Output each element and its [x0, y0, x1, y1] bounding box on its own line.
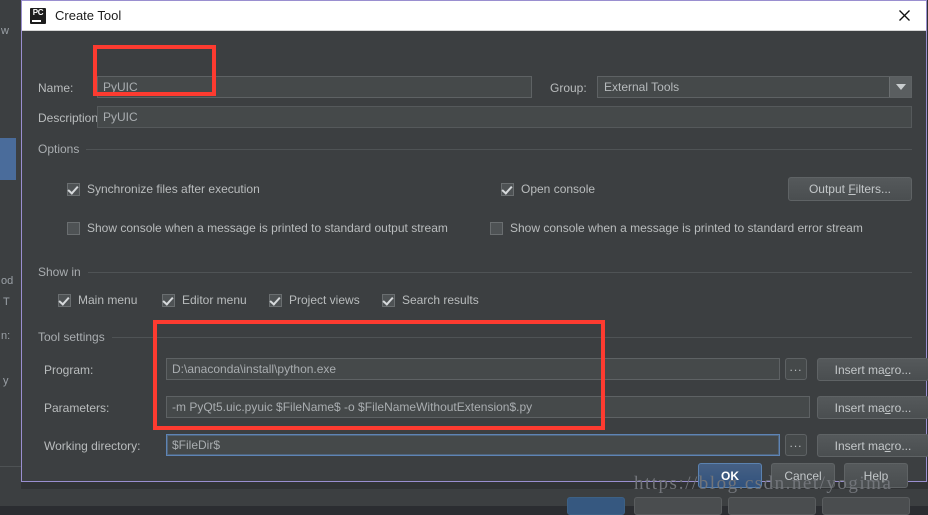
checkbox-project-views-label: Project views	[289, 293, 360, 307]
pycharm-icon-text: PC	[32, 7, 44, 17]
description-input[interactable]: PyUIC	[97, 106, 912, 128]
ide-divider	[0, 466, 22, 467]
ide-bottom-button-primary[interactable]	[567, 497, 625, 515]
dialog-titlebar: PC Create Tool	[22, 1, 926, 31]
chevron-down-icon[interactable]	[889, 77, 911, 97]
ok-button[interactable]: OK	[698, 463, 762, 488]
checkbox-project-views[interactable]: Project views	[269, 293, 360, 307]
toolsettings-section-title: Tool settings	[38, 330, 105, 344]
checkbox-show-console-stdout-box[interactable]	[67, 221, 80, 235]
checkbox-show-console-stderr[interactable]: Show console when a message is printed t…	[490, 221, 863, 235]
parameters-insert-macro-label: Insert macro...	[834, 400, 912, 415]
help-button-label: Help	[863, 468, 889, 483]
checkbox-search-results[interactable]: Search results	[382, 293, 479, 307]
showin-section-header: Show in	[38, 265, 912, 279]
ok-button-label: OK	[721, 468, 739, 483]
group-combobox[interactable]: External Tools	[597, 76, 912, 98]
dialog-body: Name: PyUIC Description: PyUIC Group: Ex…	[22, 31, 928, 488]
output-filters-button-label: Output Filters...	[808, 182, 892, 196]
bg-ghost-0: w	[1, 25, 9, 37]
bg-ghost-2: T	[3, 296, 10, 308]
working-directory-label: Working directory:	[44, 439, 141, 453]
name-label: Name:	[38, 81, 74, 95]
ide-bottom-button-1[interactable]	[634, 497, 722, 515]
checkbox-editor-menu[interactable]: Editor menu	[162, 293, 247, 307]
options-section-header: Options	[38, 142, 912, 156]
checkbox-show-console-stdout-label: Show console when a message is printed t…	[87, 221, 448, 235]
checkbox-search-results-box[interactable]	[382, 293, 395, 307]
cancel-button-label: Cancel	[784, 468, 822, 483]
description-label: Description:	[38, 111, 102, 125]
checkbox-search-results-label: Search results	[402, 293, 479, 307]
program-insert-macro-button[interactable]: Insert macro...	[817, 358, 928, 381]
checkbox-editor-menu-label: Editor menu	[182, 293, 247, 307]
window-title: Create Tool	[55, 8, 122, 23]
showin-section-title: Show in	[38, 265, 81, 279]
program-insert-macro-label: Insert macro...	[834, 362, 912, 377]
output-filters-button[interactable]: Output Filters...	[788, 177, 912, 201]
checkbox-show-console-stderr-box[interactable]	[490, 221, 503, 235]
checkbox-open-console[interactable]: Open console	[501, 182, 595, 196]
help-button[interactable]: Help	[844, 463, 908, 488]
options-section-title: Options	[38, 142, 80, 156]
checkbox-main-menu-label: Main menu	[78, 293, 138, 307]
ide-bottom-button-2[interactable]	[728, 497, 816, 515]
program-browse-button[interactable]: ...	[785, 358, 807, 380]
checkbox-show-console-stdout[interactable]: Show console when a message is printed t…	[67, 221, 448, 235]
parameters-insert-macro-button[interactable]: Insert macro...	[817, 396, 928, 419]
bg-ghost-3: n:	[1, 330, 11, 342]
checkbox-sync-files-label: Synchronize files after execution	[87, 182, 260, 196]
bg-ghost-4: y	[3, 375, 9, 387]
group-combobox-value: External Tools	[604, 80, 680, 94]
ide-bottom-button-3[interactable]	[822, 497, 910, 515]
working-directory-input[interactable]: $FileDir$	[166, 434, 780, 456]
checkbox-sync-files-box[interactable]	[67, 182, 80, 196]
working-directory-browse-button[interactable]: ...	[785, 434, 807, 456]
checkbox-show-console-stderr-label: Show console when a message is printed t…	[510, 221, 863, 235]
parameters-label: Parameters:	[44, 401, 110, 415]
working-directory-insert-macro-button[interactable]: Insert macro...	[817, 434, 928, 457]
checkbox-editor-menu-box[interactable]	[162, 293, 175, 307]
create-tool-dialog: PC Create Tool Name: PyUIC Description: …	[21, 0, 928, 488]
name-input[interactable]: PyUIC	[97, 76, 532, 98]
group-label: Group:	[550, 81, 587, 95]
ide-selected-tab[interactable]	[0, 138, 16, 180]
checkbox-open-console-box[interactable]	[501, 182, 514, 196]
ide-left-strip	[0, 0, 21, 506]
pycharm-icon: PC	[30, 7, 46, 24]
program-label: Program:	[44, 363, 94, 377]
checkbox-main-menu-box[interactable]	[58, 293, 71, 307]
close-icon[interactable]	[882, 1, 926, 30]
cancel-button[interactable]: Cancel	[771, 463, 835, 488]
working-directory-insert-macro-label: Insert macro...	[834, 438, 912, 453]
toolsettings-section-header: Tool settings	[38, 330, 912, 344]
checkbox-sync-files[interactable]: Synchronize files after execution	[67, 182, 260, 196]
pycharm-icon-bar	[32, 19, 41, 22]
parameters-input[interactable]: -m PyQt5.uic.pyuic $FileName$ -o $FileNa…	[166, 396, 810, 418]
bg-ghost-1: od	[1, 275, 14, 287]
checkbox-project-views-box[interactable]	[269, 293, 282, 307]
checkbox-main-menu[interactable]: Main menu	[58, 293, 137, 307]
program-input[interactable]: D:\anaconda\install\python.exe	[166, 358, 780, 380]
checkbox-open-console-label: Open console	[521, 182, 596, 196]
